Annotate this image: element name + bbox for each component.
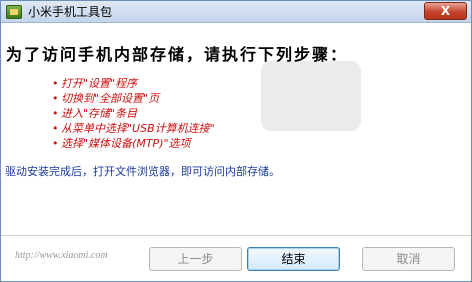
window-title: 小米手机工具包	[28, 5, 113, 19]
step-list: 打开"设置"程序 切换到"全部设置"页 进入"存储"条目 从菜单中选择"USB计…	[52, 76, 215, 151]
website-url: http://www.xiaomi.com	[15, 250, 108, 261]
toolbox-icon	[6, 5, 22, 19]
step-item: 从菜单中选择"USB计算机连接"	[52, 121, 215, 136]
close-icon: X	[440, 4, 451, 18]
step-item: 选择"媒体设备(MTP)"选项	[52, 136, 215, 151]
footer-divider	[1, 235, 471, 236]
step-item: 切换到"全部设置"页	[52, 91, 215, 106]
step-item: 打开"设置"程序	[52, 76, 215, 91]
watermark-logo	[261, 61, 361, 131]
prev-button[interactable]: 上一步	[149, 247, 242, 271]
finish-button[interactable]: 结束	[247, 247, 340, 271]
title-bar[interactable]: 小米手机工具包 X	[1, 1, 471, 23]
info-text: 驱动安装完成后，打开文件浏览器，即可访问内部存储。	[5, 165, 280, 178]
close-button[interactable]: X	[424, 2, 467, 20]
app-window: 小米手机工具包 X 为了访问手机内部存储，请执行下列步骤： 打开"设置"程序 切…	[0, 0, 472, 282]
instruction-headline: 为了访问手机内部存储，请执行下列步骤：	[6, 45, 349, 64]
step-item: 进入"存储"条目	[52, 106, 215, 121]
cancel-button[interactable]: 取消	[362, 247, 455, 271]
